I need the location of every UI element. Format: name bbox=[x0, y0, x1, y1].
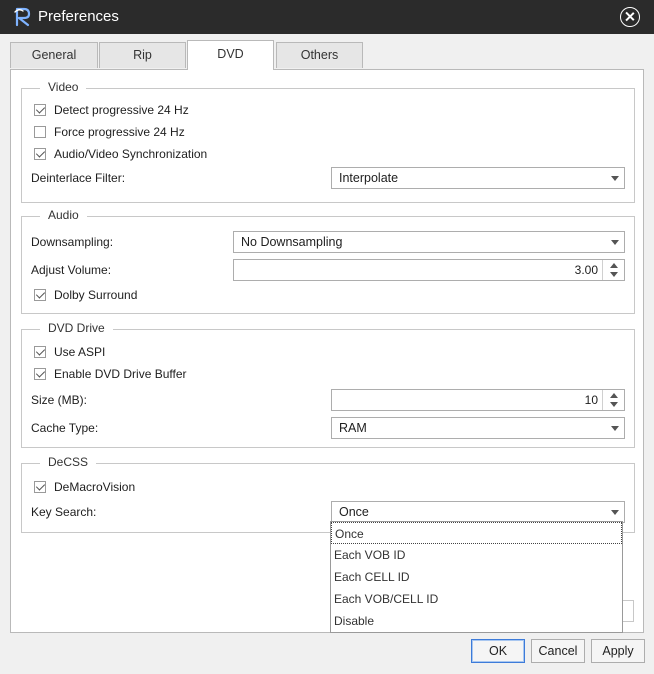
dropdown-option-each-vob-id[interactable]: Each VOB ID bbox=[331, 544, 622, 566]
key-search-select[interactable]: Once bbox=[331, 501, 625, 523]
cache-type-select[interactable]: RAM bbox=[331, 417, 625, 439]
drive-buffer-checkbox[interactable]: Enable DVD Drive Buffer bbox=[34, 364, 334, 384]
key-search-dropdown[interactable]: Once Each VOB ID Each CELL ID Each VOB/C… bbox=[330, 521, 623, 633]
tab-rip[interactable]: Rip bbox=[99, 42, 186, 68]
tab-general[interactable]: General bbox=[10, 42, 98, 68]
checkbox-label: Dolby Surround bbox=[54, 288, 138, 302]
dropdown-option-once[interactable]: Once bbox=[331, 522, 622, 544]
checkbox-box[interactable] bbox=[34, 104, 46, 116]
deinterlace-label: Deinterlace Filter: bbox=[31, 171, 126, 185]
size-stepper[interactable]: 10 bbox=[331, 389, 625, 411]
chevron-down-icon bbox=[611, 176, 619, 181]
checkbox-box[interactable] bbox=[34, 289, 46, 301]
arrow-down-icon[interactable] bbox=[610, 272, 618, 277]
checkbox-box[interactable] bbox=[34, 346, 46, 358]
cache-type-label: Cache Type: bbox=[31, 421, 99, 435]
deinterlace-select[interactable]: Interpolate bbox=[331, 167, 625, 189]
force-progressive-checkbox[interactable]: Force progressive 24 Hz bbox=[34, 122, 334, 142]
downsampling-select[interactable]: No Downsampling bbox=[233, 231, 625, 253]
audio-group: Audio Downsampling: No Downsampling Adju… bbox=[21, 208, 635, 314]
arrow-up-icon[interactable] bbox=[610, 393, 618, 398]
cancel-button[interactable]: Cancel bbox=[531, 639, 585, 663]
key-search-value: Once bbox=[339, 505, 369, 519]
detect-progressive-checkbox[interactable]: Detect progressive 24 Hz bbox=[34, 100, 334, 120]
dvd-drive-group: DVD Drive Use ASPI Enable DVD Drive Buff… bbox=[21, 321, 635, 448]
dolby-checkbox[interactable]: Dolby Surround bbox=[34, 285, 334, 305]
checkbox-label: Enable DVD Drive Buffer bbox=[54, 367, 187, 381]
checkbox-label: Use ASPI bbox=[54, 345, 106, 359]
app-logo-icon bbox=[14, 7, 31, 27]
title-bar: Preferences bbox=[0, 0, 654, 34]
checkbox-box[interactable] bbox=[34, 368, 46, 380]
adjust-volume-value: 3.00 bbox=[574, 263, 598, 277]
decss-group-title: DeCSS bbox=[40, 455, 97, 469]
chevron-down-icon bbox=[611, 510, 619, 515]
video-group-title: Video bbox=[40, 80, 87, 94]
size-label: Size (MB): bbox=[31, 393, 88, 407]
adjust-volume-stepper[interactable]: 3.00 bbox=[233, 259, 625, 281]
use-aspi-checkbox[interactable]: Use ASPI bbox=[34, 342, 334, 362]
key-search-label: Key Search: bbox=[31, 505, 97, 519]
deinterlace-value: Interpolate bbox=[339, 171, 399, 185]
downsampling-label: Downsampling: bbox=[31, 235, 114, 249]
close-icon[interactable] bbox=[620, 7, 640, 27]
chevron-down-icon bbox=[611, 426, 619, 431]
stepper-buttons[interactable] bbox=[602, 390, 624, 410]
tab-dvd[interactable]: DVD bbox=[187, 40, 274, 70]
checkbox-box[interactable] bbox=[34, 481, 46, 493]
checkbox-label: Detect progressive 24 Hz bbox=[54, 103, 189, 117]
stepper-buttons[interactable] bbox=[602, 260, 624, 280]
size-value: 10 bbox=[584, 393, 598, 407]
dropdown-option-each-vob-cell-id[interactable]: Each VOB/CELL ID bbox=[331, 588, 622, 610]
window-title: Preferences bbox=[38, 8, 119, 25]
downsampling-value: No Downsampling bbox=[241, 235, 343, 249]
demacrovision-checkbox[interactable]: DeMacroVision bbox=[34, 477, 334, 497]
checkbox-box[interactable] bbox=[34, 126, 46, 138]
video-group: Video Detect progressive 24 Hz Force pro… bbox=[21, 80, 635, 203]
apply-button[interactable]: Apply bbox=[591, 639, 645, 663]
dropdown-option-each-cell-id[interactable]: Each CELL ID bbox=[331, 566, 622, 588]
adjust-volume-label: Adjust Volume: bbox=[31, 263, 112, 277]
av-sync-checkbox[interactable]: Audio/Video Synchronization bbox=[34, 144, 334, 164]
checkbox-label: Audio/Video Synchronization bbox=[54, 147, 208, 161]
checkbox-box[interactable] bbox=[34, 148, 46, 160]
chevron-down-icon bbox=[611, 240, 619, 245]
checkbox-label: Force progressive 24 Hz bbox=[54, 125, 185, 139]
tab-others[interactable]: Others bbox=[276, 42, 363, 68]
ok-button[interactable]: OK bbox=[471, 639, 525, 663]
audio-group-title: Audio bbox=[40, 208, 87, 222]
arrow-down-icon[interactable] bbox=[610, 402, 618, 407]
cache-type-value: RAM bbox=[339, 421, 367, 435]
checkbox-label: DeMacroVision bbox=[54, 480, 136, 494]
dropdown-option-disable[interactable]: Disable bbox=[331, 610, 622, 632]
arrow-up-icon[interactable] bbox=[610, 263, 618, 268]
dvd-drive-group-title: DVD Drive bbox=[40, 321, 113, 335]
